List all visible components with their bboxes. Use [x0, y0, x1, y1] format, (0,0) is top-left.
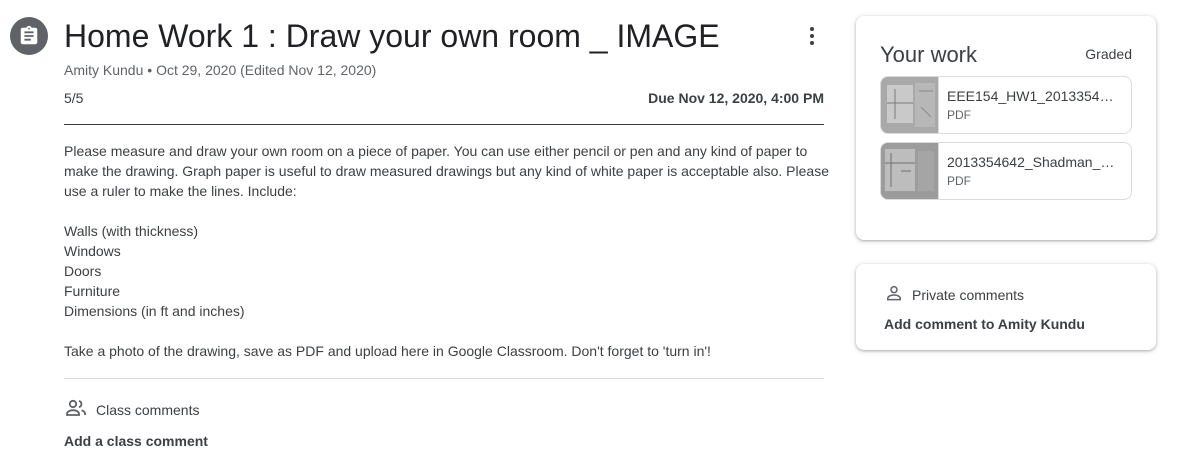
people-icon [64, 396, 88, 423]
file-name: EEE154_HW1_2013354642.pdf [947, 88, 1119, 104]
instructions-outro: Take a photo of the drawing, save as PDF… [64, 343, 711, 359]
grade-status: Graded [1085, 46, 1132, 62]
file-type: PDF [947, 174, 971, 188]
file-type: PDF [947, 108, 971, 122]
posted-date: Oct 29, 2020 [156, 62, 237, 78]
due-date: Due Nov 12, 2020, 4:00 PM [648, 90, 824, 106]
file-name: 2013354642_Shadman_Sakib_HW1.pdf [947, 154, 1119, 170]
assignment-icon [10, 17, 48, 55]
add-private-comment-link[interactable]: Add comment to Amity Kundu [884, 316, 1085, 332]
assignment-title: Home Work 1 : Draw your own room _ IMAGE [64, 18, 720, 54]
class-comments-header: Class comments [64, 396, 199, 423]
class-comments-label: Class comments [96, 401, 200, 418]
header-divider [64, 124, 824, 125]
author-name: Amity Kundu [64, 62, 144, 78]
more-options-icon[interactable] [800, 22, 824, 50]
instructions-item: Furniture [64, 283, 121, 299]
your-work-card: Your work Graded EEE154_HW1_2013354642.p… [856, 16, 1156, 240]
meta-separator: • [147, 62, 153, 78]
points-score: 5/5 [64, 90, 84, 106]
private-comments-label: Private comments [912, 286, 1025, 303]
private-comments-card: Private comments Add comment to Amity Ku… [856, 264, 1156, 350]
instructions-intro: Please measure and draw your own room on… [64, 143, 829, 199]
private-comments-header: Private comments [884, 283, 1024, 306]
instructions-item: Dimensions (in ft and inches) [64, 303, 245, 319]
file-thumbnail [881, 143, 939, 199]
instructions-item: Walls (with thickness) [64, 223, 199, 239]
your-work-title: Your work [880, 42, 978, 67]
attachment-file[interactable]: 2013354642_Shadman_Sakib_HW1.pdf PDF [880, 142, 1132, 200]
assignment-meta: Amity Kundu • Oct 29, 2020 (Edited Nov 1… [64, 61, 376, 79]
attachment-file[interactable]: EEE154_HW1_2013354642.pdf PDF [880, 76, 1132, 134]
instructions-item: Doors [64, 263, 102, 279]
person-icon [884, 283, 904, 306]
comments-divider [64, 378, 824, 379]
instructions-item: Windows [64, 243, 121, 259]
add-class-comment-link[interactable]: Add a class comment [64, 433, 208, 449]
instructions: Please measure and draw your own room on… [64, 141, 834, 361]
edited-date: (Edited Nov 12, 2020) [240, 62, 377, 78]
file-thumbnail [881, 77, 939, 133]
